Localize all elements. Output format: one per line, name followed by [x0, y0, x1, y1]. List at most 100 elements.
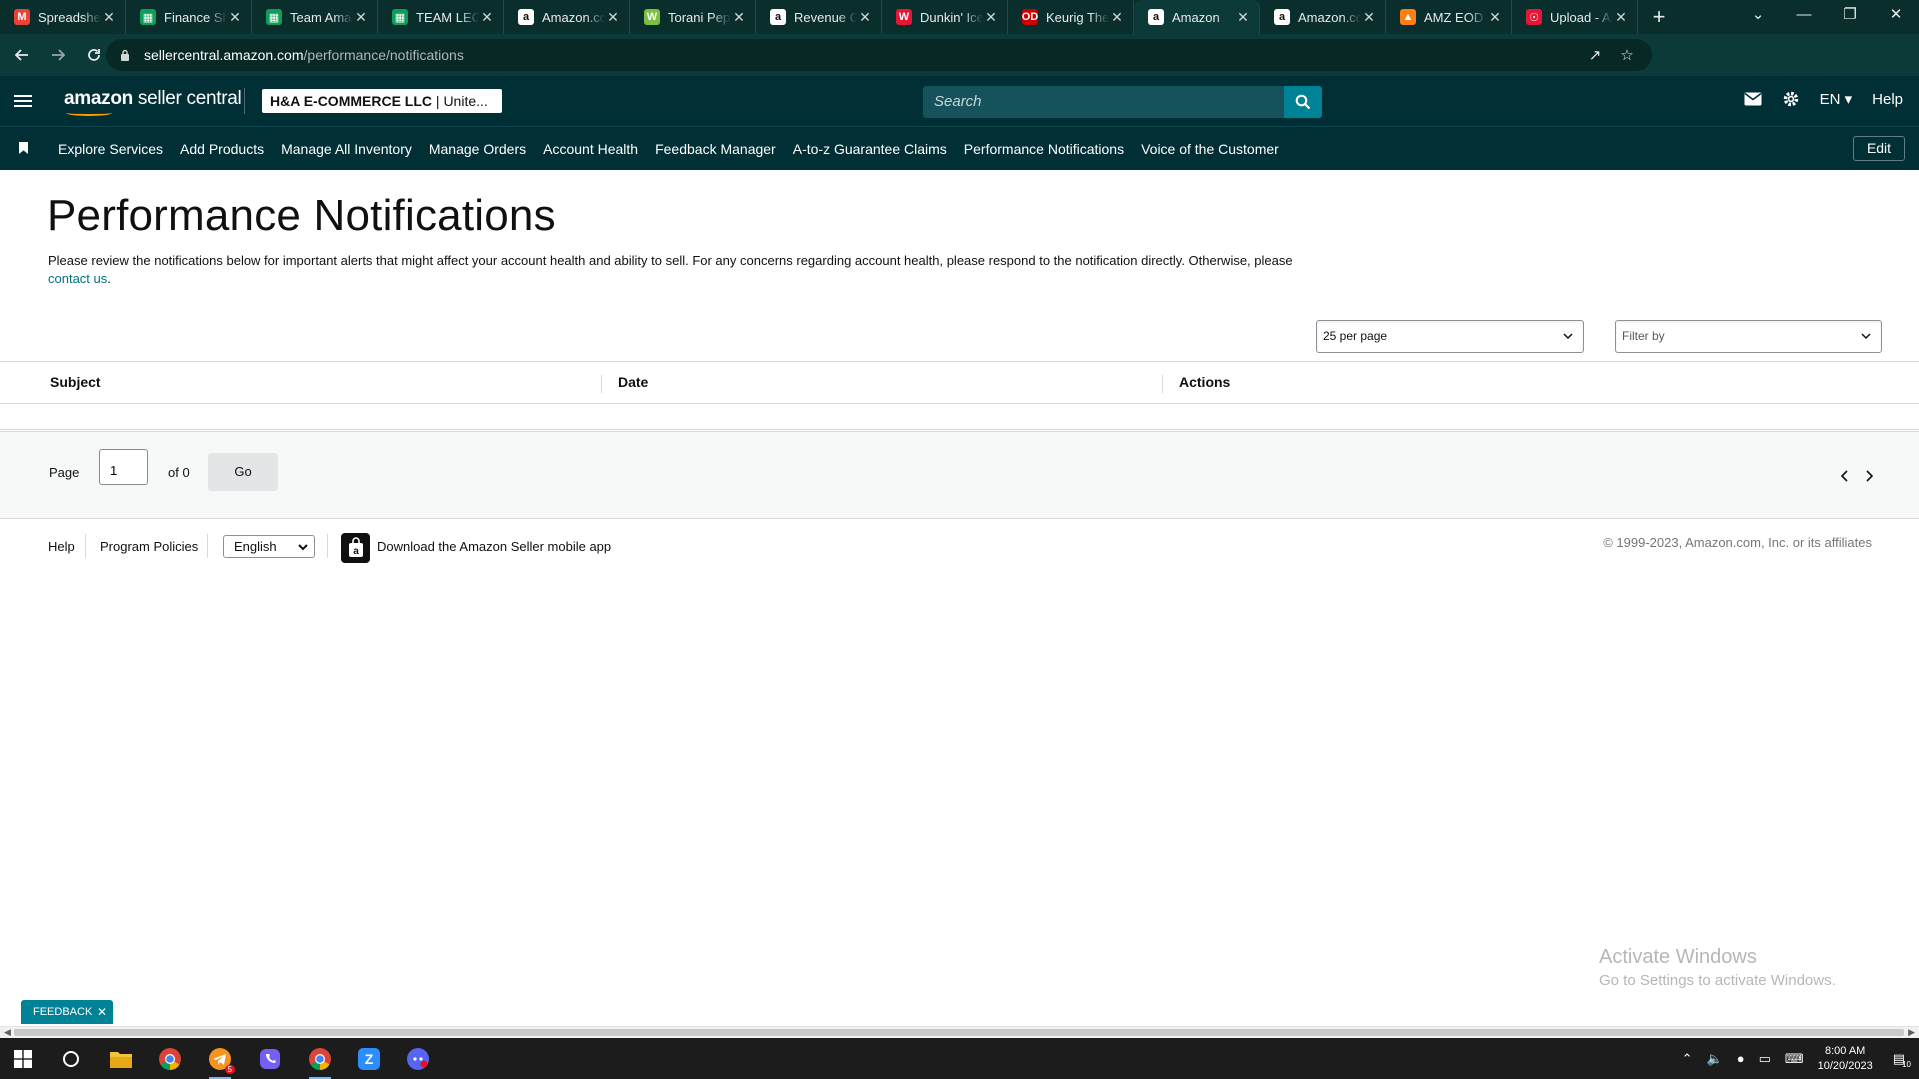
close-tab-icon[interactable]: ✕	[605, 9, 621, 26]
program-policies-link[interactable]: Program Policies	[100, 539, 198, 554]
telegram-icon[interactable]: 5	[205, 1044, 235, 1079]
filter-select[interactable]: Filter by	[1615, 320, 1882, 353]
restore-button[interactable]: ❐	[1827, 0, 1873, 34]
page-number-input[interactable]	[99, 449, 148, 485]
nav-item-explore-services[interactable]: Explore Services	[58, 141, 163, 157]
browser-tab[interactable]: ▦ Finance Sheet✕	[126, 0, 252, 34]
close-tab-icon[interactable]: ✕	[983, 9, 999, 26]
chrome-icon[interactable]	[155, 1044, 185, 1074]
close-tab-icon[interactable]: ✕	[1613, 9, 1629, 26]
volume-icon[interactable]: 🔈	[1707, 1051, 1723, 1067]
lock-icon[interactable]	[120, 49, 130, 61]
network-icon[interactable]: ▭	[1759, 1051, 1771, 1067]
browser-tab[interactable]: a Amazon.com✕	[504, 0, 630, 34]
edit-nav-button[interactable]: Edit	[1853, 136, 1905, 161]
scrollbar-thumb[interactable]	[14, 1029, 1904, 1036]
file-explorer-icon[interactable]	[106, 1044, 136, 1074]
search-button[interactable]	[1284, 86, 1322, 118]
taskbar-clock[interactable]: 8:00 AM 10/20/2023	[1818, 1044, 1873, 1074]
viber-icon[interactable]	[255, 1044, 285, 1074]
share-icon[interactable]: ↗	[1586, 47, 1604, 65]
microphone-icon[interactable]: ●	[1737, 1051, 1745, 1066]
system-tray: ⌃ 🔈 ● ▭ ⌨ 8:00 AM 10/20/2023 ▤ 10	[1682, 1038, 1919, 1079]
chevron-down-icon	[298, 544, 308, 551]
amazon-seller-app-icon[interactable]: a	[341, 533, 370, 563]
close-tab-icon[interactable]: ✕	[227, 9, 243, 26]
mail-icon[interactable]	[1744, 92, 1762, 106]
browser-tab[interactable]: W Torani Pepper✕	[630, 0, 756, 34]
nav-item-performance-notifications[interactable]: Performance Notifications	[964, 141, 1124, 157]
browser-tab[interactable]: OD Keurig The ✕	[1008, 0, 1134, 34]
nav-item-feedback-manager[interactable]: Feedback Manager	[655, 141, 776, 157]
menu-hamburger-icon[interactable]	[12, 90, 34, 112]
close-tab-icon[interactable]: ✕	[731, 9, 747, 26]
footer-divider	[327, 534, 328, 558]
seller-central-logo[interactable]: amazon seller central	[64, 88, 242, 116]
close-window-button[interactable]: ✕	[1873, 0, 1919, 34]
close-tab-icon[interactable]: ✕	[353, 9, 369, 26]
account-switcher[interactable]: H&A E-COMMERCE LLC | Unite...	[262, 89, 502, 113]
close-tab-icon[interactable]: ✕	[857, 9, 873, 26]
browser-tab-title: AMZ EOD	[1424, 9, 1484, 25]
browser-tab[interactable]: a Amazon ✕	[1134, 0, 1260, 34]
close-feedback-icon[interactable]: ✕	[97, 1000, 107, 1024]
new-tab-button[interactable]: +	[1642, 4, 1676, 30]
previous-page-icon[interactable]	[1837, 468, 1853, 484]
browser-tab[interactable]: W Dunkin' Iced✕	[882, 0, 1008, 34]
close-tab-icon[interactable]: ✕	[1109, 9, 1125, 26]
browser-tab[interactable]: M Spreadsheet✕	[0, 0, 126, 34]
notification-center-icon[interactable]: ▤ 10	[1893, 1051, 1911, 1069]
back-button[interactable]	[8, 41, 36, 69]
browser-tab[interactable]: ☉ Upload - Amazon✕	[1512, 0, 1638, 34]
footer-help-link[interactable]: Help	[48, 539, 75, 554]
nav-item-voice-of-the-customer[interactable]: Voice of the Customer	[1141, 141, 1279, 157]
reload-button[interactable]	[80, 41, 108, 69]
nav-item-manage-orders[interactable]: Manage Orders	[429, 141, 526, 157]
search-input[interactable]: Search	[923, 86, 1284, 118]
settings-gear-icon[interactable]	[1782, 90, 1800, 108]
close-tab-icon[interactable]: ✕	[1361, 9, 1377, 26]
bookmark-star-icon[interactable]: ☆	[1618, 47, 1636, 65]
column-header-subject[interactable]: Subject	[50, 374, 101, 390]
nav-item-manage-all-inventory[interactable]: Manage All Inventory	[281, 141, 412, 157]
nav-item-add-products[interactable]: Add Products	[180, 141, 264, 157]
browser-tab[interactable]: ▦ Team Amazon✕	[252, 0, 378, 34]
help-link[interactable]: Help	[1872, 91, 1903, 108]
chrome-profile-icon[interactable]	[305, 1044, 335, 1079]
language-selector[interactable]: EN ▾	[1820, 90, 1853, 108]
windows-start-icon[interactable]	[8, 1044, 38, 1074]
tab-search-icon[interactable]: ⌄	[1735, 0, 1781, 34]
browser-tab[interactable]: a Revenue Calculator✕	[756, 0, 882, 34]
browser-tab[interactable]: ▲ AMZ EOD ✕	[1386, 0, 1512, 34]
horizontal-scrollbar[interactable]: ◀ ▶	[0, 1026, 1919, 1038]
description-end: .	[107, 271, 111, 286]
bookmark-icon[interactable]	[19, 142, 28, 154]
browser-tab[interactable]: ▦ TEAM LEO ✕	[378, 0, 504, 34]
contact-us-link[interactable]: contact us	[48, 271, 107, 286]
cortana-search-icon[interactable]	[56, 1044, 86, 1074]
url-field[interactable]: sellercentral.amazon.com/performance/not…	[106, 39, 1652, 71]
forward-button[interactable]	[44, 41, 72, 69]
scroll-left-arrow[interactable]: ◀	[4, 1027, 11, 1038]
close-tab-icon[interactable]: ✕	[479, 9, 495, 26]
discord-icon[interactable]	[403, 1044, 433, 1074]
close-tab-icon[interactable]: ✕	[1487, 9, 1503, 26]
scroll-right-arrow[interactable]: ▶	[1908, 1027, 1915, 1038]
minimize-button[interactable]: —	[1781, 0, 1827, 34]
close-tab-icon[interactable]: ✕	[101, 9, 117, 26]
footer-language-select[interactable]: English	[223, 535, 315, 558]
tray-chevron-up-icon[interactable]: ⌃	[1682, 1051, 1693, 1067]
next-page-icon[interactable]	[1861, 468, 1877, 484]
go-button[interactable]: Go	[208, 453, 278, 491]
keyboard-icon[interactable]: ⌨	[1785, 1051, 1804, 1067]
feedback-button[interactable]: FEEDBACK ✕	[21, 1000, 113, 1024]
per-page-select[interactable]: 25 per page	[1316, 320, 1584, 353]
nav-item-account-health[interactable]: Account Health	[543, 141, 638, 157]
page-total-label: of 0	[168, 465, 190, 480]
download-app-link[interactable]: Download the Amazon Seller mobile app	[377, 539, 611, 554]
close-tab-icon[interactable]: ✕	[1235, 9, 1251, 26]
column-header-date[interactable]: Date	[618, 374, 648, 390]
nav-item-a-to-z-guarantee-claims[interactable]: A-to-z Guarantee Claims	[793, 141, 947, 157]
browser-tab[interactable]: a Amazon.com✕	[1260, 0, 1386, 34]
zoom-icon[interactable]: Z	[354, 1044, 384, 1074]
